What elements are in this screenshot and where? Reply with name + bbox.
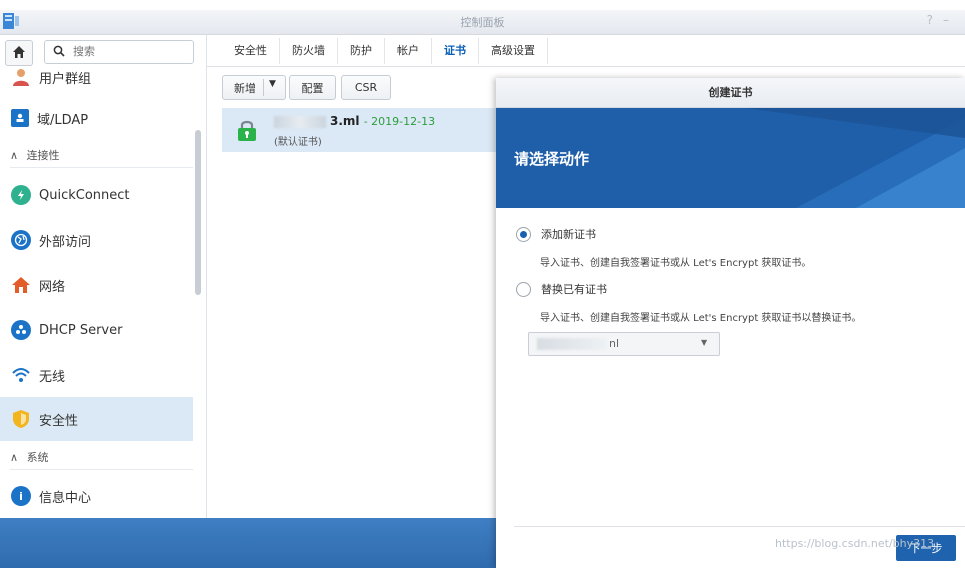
radio-replace[interactable] — [516, 281, 531, 297]
sidebar-item-wireless[interactable]: 无线 — [0, 353, 193, 397]
sidebar-item-label: 网络 — [39, 279, 66, 295]
tab-bar: 安全性 防火墙 防护 帐户 证书 高级设置 — [222, 38, 548, 64]
sidebar-item-ldap[interactable]: 域/LDAP — [0, 96, 193, 140]
chevron-down-icon: ▼ — [701, 338, 708, 347]
sidebar-item-info-center[interactable]: i 信息中心 — [0, 474, 193, 518]
redacted-certificate-name — [537, 338, 607, 350]
sidebar-item-label: DHCP Server — [39, 322, 123, 338]
caret-down-icon: ▼ — [269, 79, 276, 89]
add-button-label: 新增 — [234, 81, 256, 95]
sidebar-item-security[interactable]: 安全性 — [0, 397, 193, 441]
info-icon: i — [11, 486, 31, 506]
dialog-footer-divider — [514, 526, 965, 527]
certificate-select[interactable]: nl ▼ — [528, 332, 720, 356]
redacted-domain — [274, 115, 326, 128]
dialog-title: 创建证书 — [496, 78, 965, 108]
sidebar-item-label: 信息中心 — [39, 490, 92, 506]
certificate-row[interactable]: 3.ml - 2019-12-13 (默认证书) — [222, 108, 496, 152]
sidebar-item-label: 域/LDAP — [37, 112, 89, 128]
sidebar-item-label: 用户群组 — [39, 71, 92, 87]
default-certificate-label: (默认证书) — [274, 137, 322, 148]
sidebar-scrollbar[interactable] — [195, 130, 201, 295]
chevron-up-icon: ∧ — [10, 149, 19, 162]
option-replace-description: 导入证书、创建自我签署证书或从 Let's Encrypt 获取证书以替换证书。 — [540, 313, 862, 324]
create-certificate-dialog: 创建证书 请选择动作 添加新证书 导入证书、创建自我签署证书或从 Let's E… — [496, 78, 965, 568]
sidebar: 用户群组 域/LDAP ∧ 连接性 QuickConnect 外部访问 网络 D… — [0, 35, 207, 518]
option-replace[interactable]: 替换已有证书 — [516, 281, 607, 297]
sidebar-item-user-groups[interactable]: 用户群组 — [0, 55, 193, 99]
category-label: 连接性 — [26, 149, 60, 162]
sidebar-item-label: 安全性 — [39, 413, 79, 429]
add-button[interactable]: 新增 ▼ — [222, 75, 286, 100]
dialog-heading: 请选择动作 — [514, 150, 590, 168]
house-icon — [11, 275, 31, 295]
dhcp-icon — [11, 320, 31, 340]
tab-account[interactable]: 帐户 — [385, 38, 432, 64]
dialog-banner: 请选择动作 — [496, 108, 965, 208]
option-add-new-label: 添加新证书 — [541, 228, 596, 241]
sidebar-item-network[interactable]: 网络 — [0, 263, 193, 307]
category-label: 系统 — [26, 451, 49, 464]
tab-divider — [207, 66, 965, 67]
wifi-icon — [11, 365, 31, 385]
certificate-date: - 2019-12-13 — [363, 115, 436, 128]
sidebar-item-label: 外部访问 — [39, 234, 92, 250]
user-group-icon — [11, 67, 31, 87]
title-bar: 控制面板 ?– — [0, 10, 965, 35]
window-title: 控制面板 — [460, 16, 505, 29]
certificate-name-text: 3.ml — [330, 114, 360, 128]
certificate-name: 3.ml - 2019-12-13 — [274, 114, 435, 128]
category-connectivity[interactable]: ∧ 连接性 — [10, 147, 193, 168]
sidebar-item-dhcp[interactable]: DHCP Server — [0, 308, 193, 352]
category-system[interactable]: ∧ 系统 — [10, 449, 193, 470]
window-controls[interactable]: ?– — [927, 13, 959, 27]
option-add-new[interactable]: 添加新证书 — [516, 226, 596, 242]
csr-button[interactable]: CSR — [341, 75, 391, 100]
tab-protection[interactable]: 防护 — [338, 38, 385, 64]
radio-add-new[interactable] — [516, 226, 531, 242]
globe-icon — [11, 230, 31, 250]
config-button[interactable]: 配置 — [289, 75, 336, 100]
taskbar — [0, 518, 496, 568]
shield-icon — [11, 409, 31, 429]
watermark: https://blog.csdn.net/bhy313 — [775, 537, 935, 550]
chevron-up-icon: ∧ — [10, 451, 19, 464]
sidebar-item-label: 无线 — [39, 369, 66, 385]
tab-firewall[interactable]: 防火墙 — [280, 38, 338, 64]
option-add-new-description: 导入证书、创建自我签署证书或从 Let's Encrypt 获取证书。 — [540, 258, 812, 269]
tab-certificate[interactable]: 证书 — [432, 38, 479, 64]
tab-advanced[interactable]: 高级设置 — [479, 38, 548, 64]
selected-certificate: nl — [609, 337, 620, 350]
sidebar-item-external-access[interactable]: 外部访问 — [0, 218, 193, 262]
button-divider — [263, 79, 264, 96]
sidebar-item-label: QuickConnect — [39, 187, 130, 203]
radio-selected-dot — [520, 230, 527, 238]
option-replace-label: 替换已有证书 — [541, 283, 607, 296]
quickconnect-icon — [11, 185, 31, 205]
tab-security[interactable]: 安全性 — [222, 38, 280, 64]
id-card-icon — [11, 109, 29, 127]
sidebar-item-quickconnect[interactable]: QuickConnect — [0, 173, 193, 217]
lock-icon — [236, 118, 258, 142]
